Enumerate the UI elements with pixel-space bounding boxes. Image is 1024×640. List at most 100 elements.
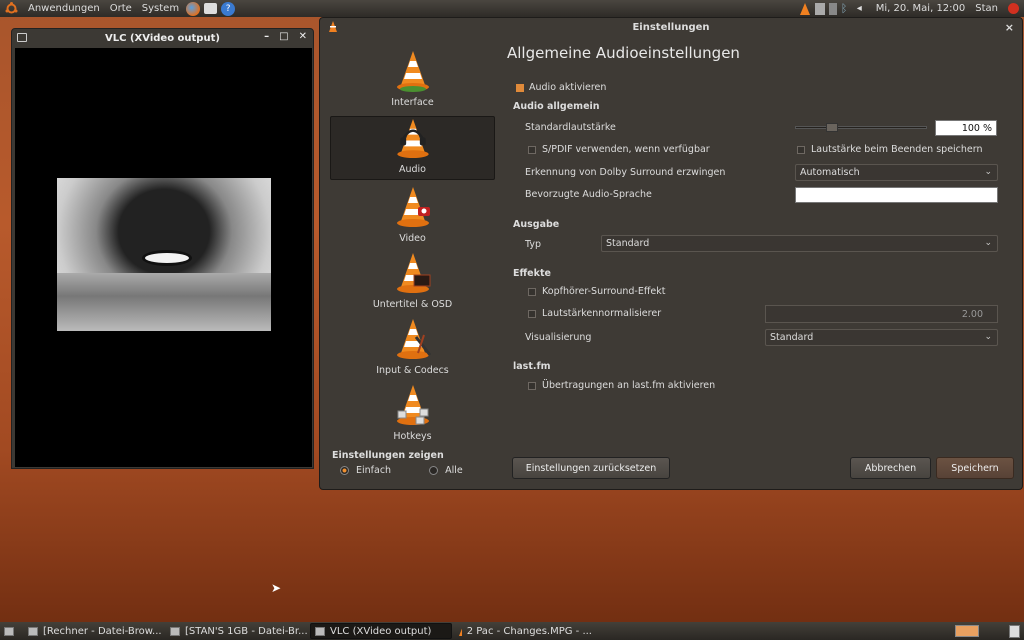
normalizer-spinbox[interactable]: 2.00	[765, 305, 998, 323]
taskbar-item-label: 2 Pac - Changes.MPG - ...	[466, 625, 592, 637]
spdif-label: S/PDIF verwenden, wenn verfügbar	[542, 144, 710, 155]
taskbar-item-label: [Rechner - Datei-Brow...	[43, 625, 162, 637]
sidebar-item-subtitles[interactable]: Untertitel & OSD	[330, 250, 495, 314]
chevron-down-icon: ⌄	[984, 238, 992, 248]
language-input[interactable]	[795, 187, 998, 203]
trash-icon[interactable]	[1009, 624, 1020, 638]
output-type-select[interactable]: Standard ⌄	[601, 235, 998, 252]
volume-slider-handle[interactable]	[826, 123, 838, 132]
vlc-tray-icon[interactable]	[799, 2, 811, 15]
lastfm-label: Übertragungen an last.fm aktivieren	[542, 380, 716, 391]
bluetooth-icon[interactable]: ᛒ	[841, 2, 853, 15]
mail-icon[interactable]	[204, 3, 218, 14]
sidebar-item-label: Hotkeys	[393, 431, 432, 442]
section-audio-general: Audio allgemein	[513, 101, 600, 112]
video-cone-icon	[396, 187, 430, 227]
menu-applications[interactable]: Anwendungen	[23, 0, 105, 17]
taskbar-item-label: VLC (XVideo output)	[330, 625, 432, 637]
volume-field[interactable]: 100 %	[935, 120, 997, 136]
radio-all[interactable]: Alle	[429, 465, 463, 476]
maximize-icon[interactable]: □	[279, 31, 288, 42]
workspace-switcher[interactable]	[955, 625, 979, 637]
sidebar-item-hotkeys[interactable]: Hotkeys	[330, 382, 495, 446]
volume-label: Standardlautstärke	[525, 122, 616, 133]
menu-places[interactable]: Orte	[105, 0, 137, 17]
video-output[interactable]	[15, 48, 312, 467]
sidebar-item-label: Video	[399, 233, 426, 244]
clock[interactable]: Mi, 20. Mai, 12:00	[871, 0, 971, 17]
reset-settings-button[interactable]: Einstellungen zurücksetzen	[512, 457, 670, 479]
volume-slider[interactable]	[795, 123, 927, 132]
output-type-label: Typ	[525, 239, 541, 250]
close-icon[interactable]: ✕	[299, 31, 307, 42]
lastfm-checkbox[interactable]	[528, 382, 536, 390]
cancel-button[interactable]: Abbrechen	[850, 457, 931, 479]
folder-icon	[170, 626, 180, 636]
taskbar-item-vlc-player[interactable]: 2 Pac - Changes.MPG - ...	[454, 623, 596, 639]
codecs-cone-icon	[396, 319, 431, 359]
sidebar-item-label: Untertitel & OSD	[372, 299, 453, 310]
chevron-down-icon: ⌄	[984, 167, 992, 177]
menu-system[interactable]: System	[137, 0, 184, 17]
radio-dot[interactable]	[340, 466, 349, 475]
sidebar-item-interface[interactable]: Interface	[330, 48, 495, 112]
sidebar-item-audio[interactable]: Audio	[330, 116, 495, 180]
taskbar-item-file-browser-2[interactable]: [STAN'S 1GB - Datei-Br...	[166, 623, 308, 639]
vlc-window-titlebar[interactable]: VLC (XVideo output) – □ ✕	[12, 29, 313, 47]
headphone-checkbox[interactable]	[528, 288, 536, 296]
section-output: Ausgabe	[513, 219, 560, 230]
sidebar-item-label: Input & Codecs	[376, 365, 449, 376]
window-menu-icon[interactable]	[17, 33, 27, 42]
shutdown-icon[interactable]	[1003, 0, 1024, 17]
visualization-label: Visualisierung	[525, 332, 592, 343]
section-lastfm: last.fm	[513, 361, 551, 372]
spdif-checkbox[interactable]	[528, 146, 536, 154]
firefox-icon[interactable]	[186, 1, 201, 16]
audio-enable-checkbox[interactable]	[516, 84, 524, 92]
normalizer-checkbox[interactable]	[528, 310, 536, 318]
settings-dialog: Einstellungen × Interface Audio Video Un…	[319, 17, 1023, 490]
radio-dot[interactable]	[429, 466, 439, 475]
audio-enable-label: Audio aktivieren	[529, 82, 607, 93]
radio-simple[interactable]: Einfach	[340, 465, 391, 476]
headphone-label: Kopfhörer-Surround-Effekt	[542, 286, 666, 297]
battery-icon[interactable]	[828, 2, 837, 15]
taskbar-item-vlc-video[interactable]: VLC (XVideo output)	[310, 623, 452, 639]
vlc-cone-icon	[459, 629, 462, 636]
save-button[interactable]: Speichern	[936, 457, 1014, 479]
normalizer-label: Lautstärkennormalisierer	[542, 308, 662, 319]
network-icon[interactable]	[814, 2, 825, 15]
hotkeys-cone-icon	[396, 385, 429, 425]
sidebar-item-video[interactable]: Video	[330, 184, 495, 248]
ubuntu-logo-icon[interactable]	[0, 0, 23, 17]
dialog-titlebar[interactable]: Einstellungen ×	[320, 18, 1022, 37]
save-volume-label: Lautstärke beim Beenden speichern	[811, 144, 983, 155]
taskbar-item-file-browser-1[interactable]: [Rechner - Datei-Brow...	[24, 623, 164, 639]
window-icon	[315, 626, 325, 636]
sidebar-item-label: Interface	[391, 97, 434, 108]
dolby-select[interactable]: Automatisch ⌄	[795, 164, 998, 181]
dialog-title: Einstellungen	[632, 22, 710, 33]
sidebar-item-codecs[interactable]: Input & Codecs	[330, 316, 495, 380]
help-icon[interactable]: ?	[221, 1, 236, 16]
show-settings-radio-group: Einfach Alle	[340, 465, 501, 476]
audio-cone-icon	[396, 118, 429, 159]
page-title: Allgemeine Audioeinstellungen	[507, 44, 740, 62]
dolby-label: Erkennung von Dolby Surround erzwingen	[525, 167, 726, 178]
dolby-select-value: Automatisch	[800, 167, 860, 178]
radio-all-label: Alle	[445, 465, 463, 476]
settings-sidebar: Interface Audio Video Untertitel & OSD I…	[330, 48, 496, 443]
language-label: Bevorzugte Audio-Sprache	[525, 189, 652, 200]
volume-icon[interactable]: ◂	[857, 3, 869, 15]
visualization-select[interactable]: Standard ⌄	[765, 329, 998, 346]
visualization-value: Standard	[770, 332, 814, 343]
user-name[interactable]: Stan	[970, 0, 1003, 17]
top-panel: Anwendungen Orte System ? ᛒ ◂ Mi, 20. Ma…	[0, 0, 1024, 17]
dialog-close-icon[interactable]: ×	[1005, 21, 1014, 34]
minimize-icon[interactable]: –	[264, 31, 269, 42]
interface-cone-icon	[396, 51, 429, 92]
save-volume-checkbox[interactable]	[797, 146, 805, 154]
vlc-cone-icon	[328, 21, 338, 35]
show-desktop-icon[interactable]	[0, 623, 22, 639]
show-settings-label: Einstellungen zeigen	[332, 450, 444, 461]
